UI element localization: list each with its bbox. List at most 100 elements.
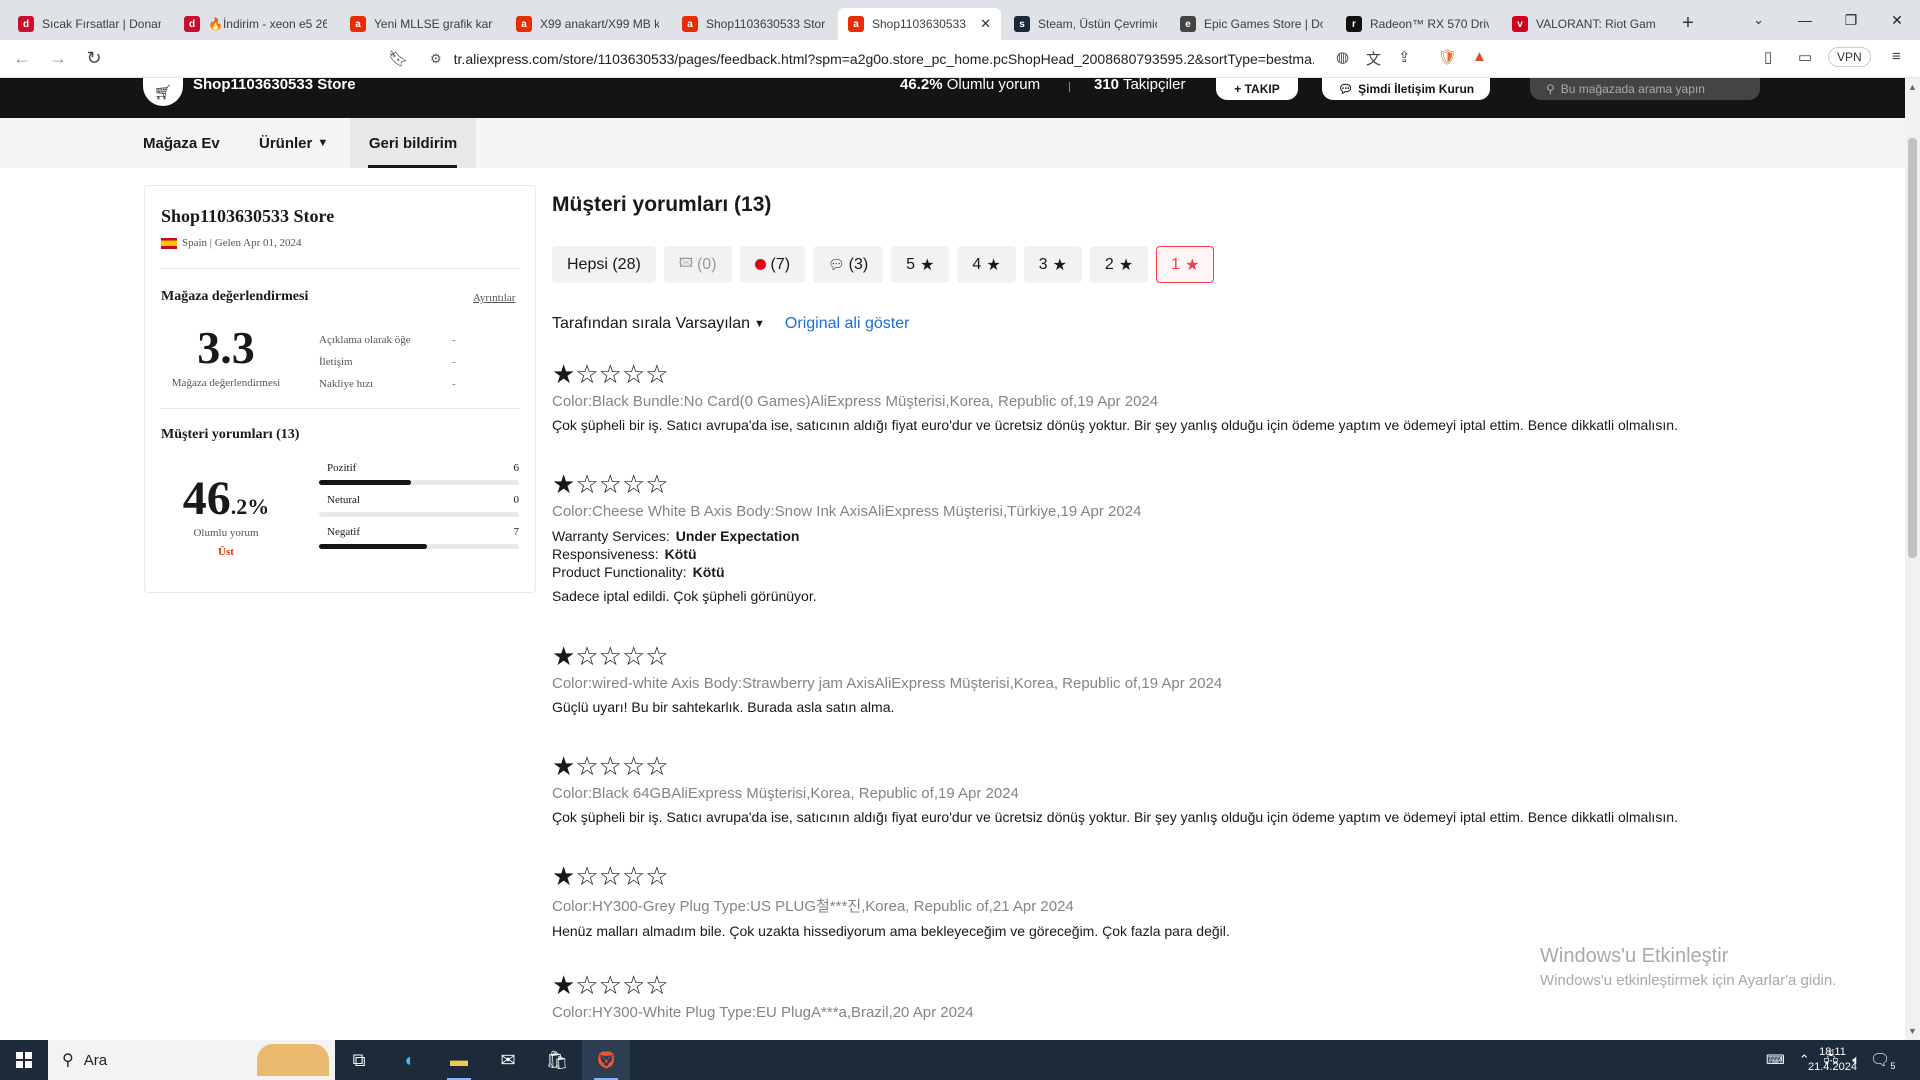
site-info-icon[interactable]: ⚙︎ [430, 51, 442, 67]
menu-icon[interactable]: ≡ [1892, 48, 1901, 65]
nav-store-home[interactable]: Mağaza Ev [143, 118, 220, 168]
scroll-up-icon[interactable]: ▲ [1908, 82, 1917, 92]
sort-dropdown[interactable]: Tarafından sırala Varsayılan [552, 315, 750, 333]
browser-tab[interactable]: s Steam, Üstün Çevrimiç [1004, 8, 1167, 40]
review-filter[interactable]: 1 ★ [1156, 246, 1215, 283]
review-attribute: Warranty Services: Under Expectation [552, 527, 1892, 545]
feedback-heading: Müşteri yorumları (13) [161, 427, 300, 442]
review-filter[interactable]: 5 ★ [891, 246, 950, 283]
sort-row: Tarafından sırala Varsayılan ▼ Original … [552, 315, 909, 333]
attribute-value: Kötü [692, 564, 725, 580]
weather-widget-icon[interactable] [257, 1044, 329, 1076]
comment-icon: 💬︎ [828, 256, 845, 272]
edge-icon[interactable]: ◐ [386, 1040, 434, 1080]
tab-close-icon[interactable]: ✕ [980, 16, 991, 32]
store-search-placeholder: Bu mağazada arama yapın [1560, 82, 1705, 96]
task-view-icon[interactable]: ⧉ [335, 1040, 383, 1080]
scroll-down-icon[interactable]: ▼ [1908, 1026, 1917, 1036]
browser-tab[interactable]: a Yeni MLLSE grafik kartı [340, 8, 503, 40]
chevron-down-icon[interactable]: ▼ [754, 318, 765, 330]
store-rating-score: 3.3 [197, 322, 255, 373]
page-scrollbar[interactable]: ▲ ▼ [1905, 78, 1920, 1040]
sidebar-icon[interactable]: ▯ [1764, 48, 1772, 66]
star-empty-icon: ☆ [598, 861, 622, 891]
follow-button[interactable]: + TAKIP [1216, 78, 1298, 100]
browser-tab[interactable]: d Sıcak Fırsatlar | Donanı [8, 8, 171, 40]
start-button[interactable] [0, 1040, 48, 1080]
keyboard-icon[interactable]: ⌨ [1766, 1052, 1785, 1068]
star-icon: ★ [1185, 256, 1200, 274]
feedback-row-label: Pozitif [327, 462, 357, 474]
review-filter[interactable]: Hepsi (28) [552, 246, 656, 283]
wallet-icon[interactable]: ▭ [1798, 48, 1812, 66]
vpn-button[interactable]: VPN [1828, 47, 1871, 67]
forward-button[interactable]: → [44, 45, 72, 73]
tab-favicon-icon: e [1180, 16, 1196, 32]
mail-icon[interactable]: ✉ [484, 1040, 532, 1080]
feedback-bar-fill [319, 544, 427, 549]
translate-icon[interactable]: 文 [1366, 48, 1381, 69]
tab-title: Shop1103630533 Store [706, 17, 825, 31]
browser-tab[interactable]: a X99 anakart/X99 MB k [506, 8, 669, 40]
tab-title: VALORANT: Riot Game [1536, 17, 1655, 31]
contact-button[interactable]: 💬︎ Şimdi İletişim Kurun [1322, 78, 1490, 100]
criteria-value: - [452, 334, 456, 346]
review-filter[interactable]: 2 ★ [1089, 246, 1149, 283]
nav-products-label: Ürünler [259, 134, 313, 152]
browser-tab[interactable]: e Epic Games Store | Do [1170, 8, 1333, 40]
browser-tab[interactable]: v VALORANT: Riot Game [1502, 8, 1665, 40]
star-filled-icon: ★ [552, 861, 576, 891]
tab-favicon-icon: a [516, 16, 532, 32]
brave-rewards-icon[interactable]: ▲ [1472, 48, 1487, 65]
store-header-name[interactable]: Shop1103630533 Store [193, 77, 356, 92]
photo-review-icon [754, 259, 766, 270]
scrollbar-thumb[interactable] [1908, 138, 1917, 558]
brave-shields-icon[interactable]: 🛡︎ [1438, 48, 1457, 66]
review-filter[interactable]: 💬︎ (3) [813, 246, 884, 283]
share-icon[interactable]: ⇪ [1398, 48, 1411, 66]
header-rating-label: Olumlu yorum [946, 76, 1041, 93]
address-bar[interactable]: ⚙︎ tr.aliexpress.com/store/1103630533/pa… [420, 45, 1330, 73]
feedback-bar-fill [319, 480, 411, 485]
notification-icon[interactable]: 🗨︎5 [1870, 1050, 1895, 1071]
review-filter-label: (3) [848, 255, 869, 273]
url-text[interactable]: tr.aliexpress.com/store/1103630533/pages… [454, 51, 1314, 67]
show-original-link[interactable]: Original ali göster [785, 315, 910, 333]
star-empty-icon: ☆ [598, 641, 622, 671]
review-filter-label: (7) [770, 255, 791, 273]
reload-button[interactable]: ↻ [80, 45, 108, 73]
review-filter[interactable]: 🖾 (0) [663, 246, 732, 283]
brave-browser-icon[interactable]: 🦁︎ [582, 1040, 630, 1080]
tab-search-chevron-icon[interactable]: ⌄ [1753, 12, 1764, 28]
back-button[interactable]: ← [8, 45, 36, 73]
review-filter[interactable]: (7) [739, 246, 806, 283]
restore-button[interactable]: ❐ [1828, 0, 1874, 40]
browser-tab[interactable]: r Radeon™ RX 570 Drive [1336, 8, 1499, 40]
browser-tab[interactable]: d 🔥İndirim - xeon e5 26 [174, 8, 337, 40]
close-window-button[interactable]: ✕ [1874, 0, 1920, 40]
browser-tab[interactable]: a Shop1103630533 Store [672, 8, 835, 40]
search-icon: ⚲ [1546, 82, 1555, 96]
browser-toolbar: ← → ↻ 🔖︎ ⚙︎ tr.aliexpress.com/store/1103… [0, 40, 1920, 78]
review-filter[interactable]: 4 ★ [957, 246, 1016, 283]
browser-tab[interactable]: a Shop1103630533 ✕ [838, 8, 1001, 40]
store-cart-icon[interactable]: 🛒︎ [143, 78, 183, 106]
clock[interactable]: 18:11 21.4.2024 [1808, 1045, 1857, 1075]
details-link[interactable]: Ayrıntılar [473, 292, 515, 304]
store-search-input[interactable]: ⚲ Bu mağazada arama yapın [1530, 78, 1760, 100]
new-tab-button[interactable]: + [1674, 9, 1702, 37]
review-filter[interactable]: 3 ★ [1023, 246, 1082, 283]
minimize-button[interactable]: — [1782, 0, 1828, 40]
file-explorer-icon[interactable]: ▬ [435, 1040, 483, 1080]
nav-products[interactable]: Ürünler ▼ [259, 118, 328, 168]
image-icon: 🖾 [678, 254, 693, 270]
taskbar-search[interactable]: ⚲ Ara [48, 1040, 335, 1080]
store-rating-heading: Mağaza değerlendirmesi [161, 289, 309, 304]
nav-feedback[interactable]: Geri bildirim [350, 118, 476, 168]
bookmark-icon[interactable]: 🔖︎ [388, 49, 408, 69]
review-text: Çok şüpheli bir iş. Satıcı avrupa'da ise… [552, 809, 1678, 825]
review-item: ★☆☆☆☆ Color:Cheese White B Axis Body:Snow… [552, 471, 1892, 604]
positive-caption: Olumlu yorum [193, 527, 259, 539]
reader-icon[interactable]: ◍ [1336, 48, 1349, 66]
store-icon[interactable]: 🛍︎ [533, 1040, 581, 1080]
